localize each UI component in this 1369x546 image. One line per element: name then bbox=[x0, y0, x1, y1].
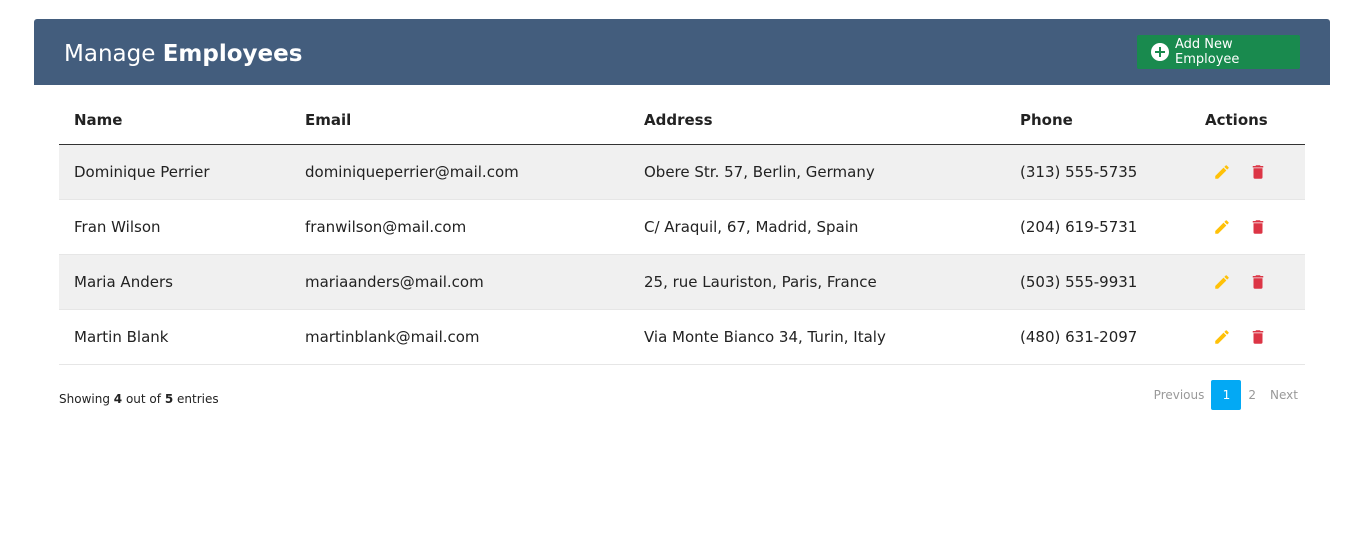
table-row: Maria Anders mariaanders@mail.com 25, ru… bbox=[59, 254, 1305, 310]
cell-address: C/ Araquil, 67, Madrid, Spain bbox=[629, 199, 1005, 255]
column-header-actions: Actions bbox=[1190, 97, 1305, 145]
add-new-employee-label: Add New Employee bbox=[1175, 37, 1240, 67]
cell-name: Martin Blank bbox=[59, 309, 290, 365]
cell-address: 25, rue Lauriston, Paris, France bbox=[629, 254, 1005, 310]
page-title-part2: Employees bbox=[162, 41, 303, 67]
pagination-page-2[interactable]: 2 bbox=[1241, 380, 1263, 410]
cell-actions bbox=[1190, 199, 1305, 255]
edit-icon[interactable] bbox=[1213, 273, 1231, 291]
pagination-page-1[interactable]: 1 bbox=[1211, 380, 1242, 410]
cell-phone: (503) 555-9931 bbox=[1005, 254, 1190, 310]
entries-summary: Showing 4 out of 5 entries bbox=[59, 392, 219, 406]
cell-phone: (480) 631-2097 bbox=[1005, 309, 1190, 365]
column-header-email: Email bbox=[290, 97, 629, 145]
cell-actions bbox=[1190, 309, 1305, 365]
table-row: Dominique Perrier dominiqueperrier@mail.… bbox=[59, 144, 1305, 200]
pagination-previous[interactable]: Previous bbox=[1147, 380, 1212, 410]
edit-icon[interactable] bbox=[1213, 218, 1231, 236]
table-header-row: Name Email Address Phone Actions bbox=[59, 97, 1305, 145]
edit-icon[interactable] bbox=[1213, 328, 1231, 346]
table-row: Fran Wilson franwilson@mail.com C/ Araqu… bbox=[59, 199, 1305, 255]
cell-phone: (313) 555-5735 bbox=[1005, 144, 1190, 200]
edit-icon[interactable] bbox=[1213, 163, 1231, 181]
cell-email: martinblank@mail.com bbox=[290, 309, 629, 365]
cell-name: Maria Anders bbox=[59, 254, 290, 310]
total-count: 5 bbox=[164, 392, 174, 406]
delete-icon[interactable] bbox=[1249, 163, 1267, 181]
page-title-part1: Manage bbox=[64, 41, 156, 67]
cell-actions bbox=[1190, 254, 1305, 310]
column-header-phone: Phone bbox=[1005, 97, 1190, 145]
summary-middle: out of bbox=[125, 392, 161, 406]
delete-icon[interactable] bbox=[1249, 328, 1267, 346]
summary-suffix: entries bbox=[177, 392, 219, 406]
page-title: Manage Employees bbox=[64, 41, 302, 67]
cell-phone: (204) 619-5731 bbox=[1005, 199, 1190, 255]
column-header-name: Name bbox=[59, 97, 290, 145]
column-header-address: Address bbox=[629, 97, 1005, 145]
employees-table: Name Email Address Phone Actions Dominiq… bbox=[59, 97, 1305, 365]
pagination-next[interactable]: Next bbox=[1263, 380, 1305, 410]
delete-icon[interactable] bbox=[1249, 218, 1267, 236]
pagination: Previous 1 2 Next bbox=[1147, 380, 1305, 410]
summary-prefix: Showing bbox=[59, 392, 110, 406]
cell-email: franwilson@mail.com bbox=[290, 199, 629, 255]
cell-email: dominiqueperrier@mail.com bbox=[290, 144, 629, 200]
delete-icon[interactable] bbox=[1249, 273, 1267, 291]
cell-name: Fran Wilson bbox=[59, 199, 290, 255]
plus-circle-icon bbox=[1151, 43, 1169, 61]
table-header-bar: Manage Employees Add New Employee bbox=[34, 19, 1330, 85]
cell-address: Obere Str. 57, Berlin, Germany bbox=[629, 144, 1005, 200]
shown-count: 4 bbox=[113, 392, 123, 406]
add-new-employee-button[interactable]: Add New Employee bbox=[1137, 35, 1300, 69]
table-row: Martin Blank martinblank@mail.com Via Mo… bbox=[59, 309, 1305, 365]
cell-name: Dominique Perrier bbox=[59, 144, 290, 200]
cell-actions bbox=[1190, 144, 1305, 200]
cell-email: mariaanders@mail.com bbox=[290, 254, 629, 310]
cell-address: Via Monte Bianco 34, Turin, Italy bbox=[629, 309, 1005, 365]
employees-card: Manage Employees Add New Employee bbox=[34, 19, 1330, 85]
